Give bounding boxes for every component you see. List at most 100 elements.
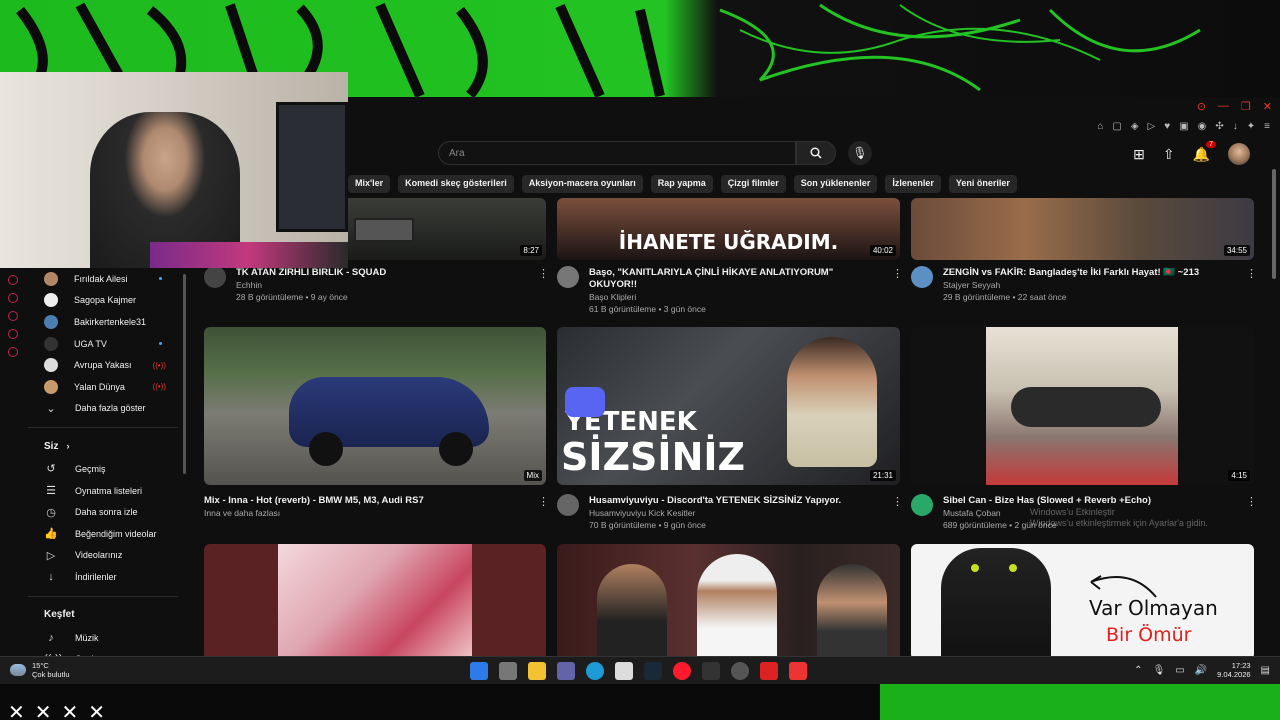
weather-widget[interactable]: 15°C Çok bulutlu: [10, 661, 70, 679]
channel-avatar[interactable]: [557, 266, 579, 288]
video-title[interactable]: Başo, "KANITLARIYLA ÇİNLİ HİKAYE ANLATIY…: [589, 267, 874, 291]
filter-chip[interactable]: Çizgi filmler: [720, 175, 786, 193]
pin-icon[interactable]: ⌂: [1097, 121, 1103, 132]
app-icon[interactable]: [731, 662, 749, 680]
search-input[interactable]: Ara: [438, 141, 796, 165]
channel-avatar[interactable]: [204, 266, 226, 288]
you-section-header[interactable]: Siz ›: [28, 434, 188, 458]
rail-icon[interactable]: [8, 293, 18, 303]
start-icon[interactable]: [470, 662, 488, 680]
filter-chip[interactable]: Rap yapma: [650, 175, 713, 193]
opera-gx-icon[interactable]: [673, 662, 691, 680]
rail-icon[interactable]: [8, 347, 18, 357]
network-icon[interactable]: ▭: [1175, 665, 1184, 676]
subscription-item[interactable]: Avrupa Yakası ((•)): [28, 354, 188, 376]
more-options-icon[interactable]: ⋮: [1246, 267, 1254, 280]
sidebar-item[interactable]: ▷ Videolarınız: [28, 545, 188, 567]
filter-chip[interactable]: Mix'ler: [348, 175, 391, 193]
app-icon[interactable]: [789, 662, 807, 680]
sidebar-item[interactable]: ↓ İndirilenler: [28, 566, 188, 588]
minimize-icon[interactable]: —: [1218, 100, 1229, 113]
vpn-icon[interactable]: ◉: [1198, 121, 1207, 132]
channel-name[interactable]: Mustafa Çoban: [943, 507, 1001, 519]
notification-center-icon[interactable]: ▤: [1261, 665, 1270, 676]
sidebar-item[interactable]: ◷ Daha sonra izle: [28, 501, 188, 523]
obs-icon[interactable]: [702, 662, 720, 680]
rail-icon[interactable]: [8, 311, 18, 321]
search-button[interactable]: [796, 141, 836, 165]
subscription-item[interactable]: Fırıldak Ailesi: [28, 268, 188, 290]
clock[interactable]: 17:23 9.04.2026: [1217, 661, 1250, 679]
channel-name[interactable]: Başo Klipleri: [589, 291, 636, 303]
rail-icon[interactable]: [8, 275, 18, 285]
screenshot-icon[interactable]: ▢: [1112, 121, 1121, 132]
show-more-button[interactable]: ⌄ Daha fazla göster: [28, 398, 188, 420]
search-icon[interactable]: ⊙: [1197, 100, 1206, 113]
video-thumbnail[interactable]: 4:15: [911, 327, 1254, 485]
channel-name[interactable]: Echhin: [236, 279, 262, 291]
rail-icon[interactable]: [8, 329, 18, 339]
download-icon[interactable]: ↓: [1233, 121, 1238, 132]
channel-avatar[interactable]: [911, 266, 933, 288]
video-thumbnail[interactable]: YETENEK SİZSİNİZ 21:31: [557, 327, 900, 485]
teams-icon[interactable]: [557, 662, 575, 680]
upload-icon[interactable]: ⇧: [1163, 146, 1175, 163]
menu-icon[interactable]: ≡: [1264, 121, 1270, 132]
channel-avatar[interactable]: [557, 494, 579, 516]
chevron-up-icon[interactable]: ⌃: [1134, 665, 1142, 676]
app-icon[interactable]: [760, 662, 778, 680]
video-title[interactable]: Husamviyuviyu - Discord'ta YETENEK SİZSİ…: [589, 495, 889, 507]
sidebar-item[interactable]: 👍 Beğendiğim videolar: [28, 523, 188, 545]
maximize-icon[interactable]: ❐: [1241, 100, 1251, 113]
more-options-icon[interactable]: ⋮: [892, 267, 903, 280]
puzzle-icon[interactable]: ✣: [1215, 121, 1223, 132]
steam-icon[interactable]: [644, 662, 662, 680]
filter-chip[interactable]: Aksiyon-macera oyunları: [521, 175, 643, 193]
more-options-icon[interactable]: ⋮: [1246, 495, 1254, 508]
more-options-icon[interactable]: ⋮: [892, 495, 903, 508]
store-icon[interactable]: [615, 662, 633, 680]
voice-search-button[interactable]: 🎙: [848, 141, 872, 165]
video-thumbnail[interactable]: [557, 544, 900, 660]
video-thumbnail[interactable]: İHANETE UĞRADIM. 40:02: [557, 198, 900, 260]
video-thumbnail[interactable]: Var Olmayan Bir Ömür: [911, 544, 1254, 660]
video-thumbnail[interactable]: Mix: [204, 327, 546, 485]
sidebar-item[interactable]: ♪ Müzik: [28, 627, 188, 649]
video-title[interactable]: TK ATAN ZIRHLI BİRLİK - SQUAD: [236, 267, 526, 279]
shield-icon[interactable]: ◈: [1131, 121, 1139, 132]
notifications-button[interactable]: 🔔 7: [1193, 140, 1216, 163]
filter-chip[interactable]: Son yüklenenler: [793, 175, 878, 193]
task-view-icon[interactable]: [499, 662, 517, 680]
extension-icon[interactable]: ▣: [1179, 121, 1188, 132]
play-icon[interactable]: ▷: [1148, 121, 1156, 132]
channel-avatar[interactable]: [911, 494, 933, 516]
heart-icon[interactable]: ♥: [1164, 121, 1170, 132]
video-thumbnail[interactable]: [204, 544, 546, 660]
filter-chip[interactable]: Komedi skeç gösterileri: [398, 175, 514, 193]
sidebar-scrollbar[interactable]: [183, 274, 186, 474]
video-thumbnail[interactable]: 34:55: [911, 198, 1254, 260]
filter-chip[interactable]: Yeni öneriler: [948, 175, 1017, 193]
avatar[interactable]: [1228, 143, 1250, 165]
more-options-icon[interactable]: ⋮: [538, 495, 549, 508]
channel-name[interactable]: Inna ve daha fazlası: [204, 507, 280, 519]
more-options-icon[interactable]: ⋮: [538, 267, 549, 280]
filter-chip[interactable]: İzlenenler: [885, 175, 941, 193]
subscription-item[interactable]: Yalan Dünya ((•)): [28, 376, 188, 398]
close-icon[interactable]: ✕: [1263, 100, 1272, 113]
main-scrollbar[interactable]: [1272, 169, 1276, 279]
subscription-item[interactable]: Sagopa Kajmer: [28, 290, 188, 312]
ai-icon[interactable]: ✦: [1247, 121, 1255, 132]
file-explorer-icon[interactable]: [528, 662, 546, 680]
channel-name[interactable]: Stajyer Seyyah: [943, 279, 1000, 291]
subscription-item[interactable]: UGA TV: [28, 333, 188, 355]
video-title[interactable]: ZENGİN vs FAKİR: Bangladeş'te İki Farklı…: [943, 267, 1233, 279]
sidebar-item[interactable]: ☰ Oynatma listeleri: [28, 480, 188, 502]
create-icon[interactable]: ⊞: [1133, 146, 1145, 163]
subscription-item[interactable]: Bakirkertenkele31: [28, 311, 188, 333]
edge-icon[interactable]: [586, 662, 604, 680]
sidebar-item[interactable]: ↺ Geçmiş: [28, 458, 188, 480]
channel-name[interactable]: Husamviyuviyu Kick Kesitler: [589, 507, 695, 519]
mic-icon[interactable]: 🎙: [1153, 665, 1166, 676]
volume-icon[interactable]: 🔊: [1195, 665, 1207, 676]
